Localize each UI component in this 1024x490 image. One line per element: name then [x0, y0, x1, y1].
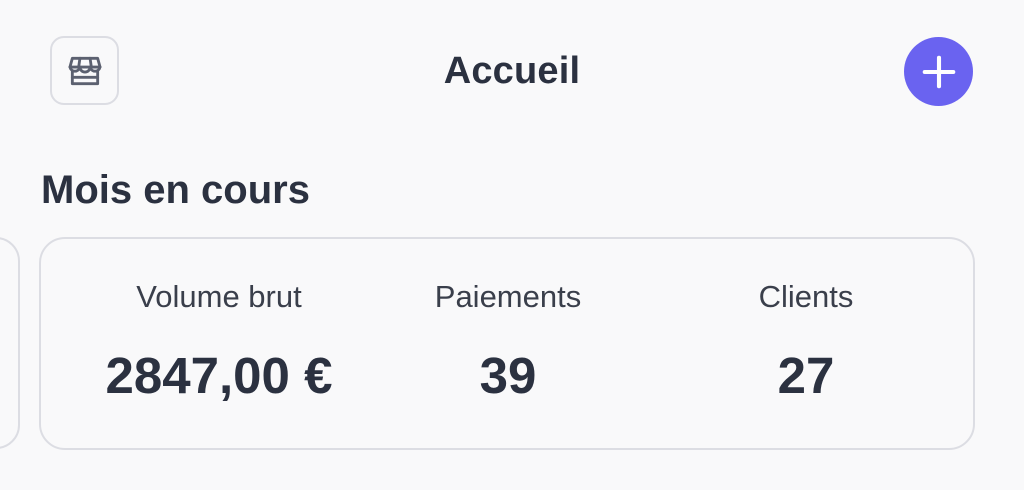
previous-card[interactable] [0, 237, 20, 449]
stat-clients-value: 27 [777, 347, 835, 404]
stat-payments-label: Paiements [434, 279, 582, 314]
stat-volume-label: Volume brut [136, 279, 302, 314]
stat-payments-value: 39 [479, 347, 537, 404]
add-button[interactable] [904, 37, 973, 106]
section-title: Mois en cours [41, 168, 310, 212]
stat-clients-label: Clients [758, 279, 854, 314]
plus-icon [922, 55, 955, 88]
current-month-card[interactable]: Volume brut 2847,00 € Paiements 39 Clien… [39, 237, 975, 450]
home-screen: Accueil Mois en cours Volume brut 2847,0… [0, 0, 1024, 490]
stat-volume-value: 2847,00 € [105, 347, 333, 404]
page-title: Accueil [443, 50, 581, 92]
